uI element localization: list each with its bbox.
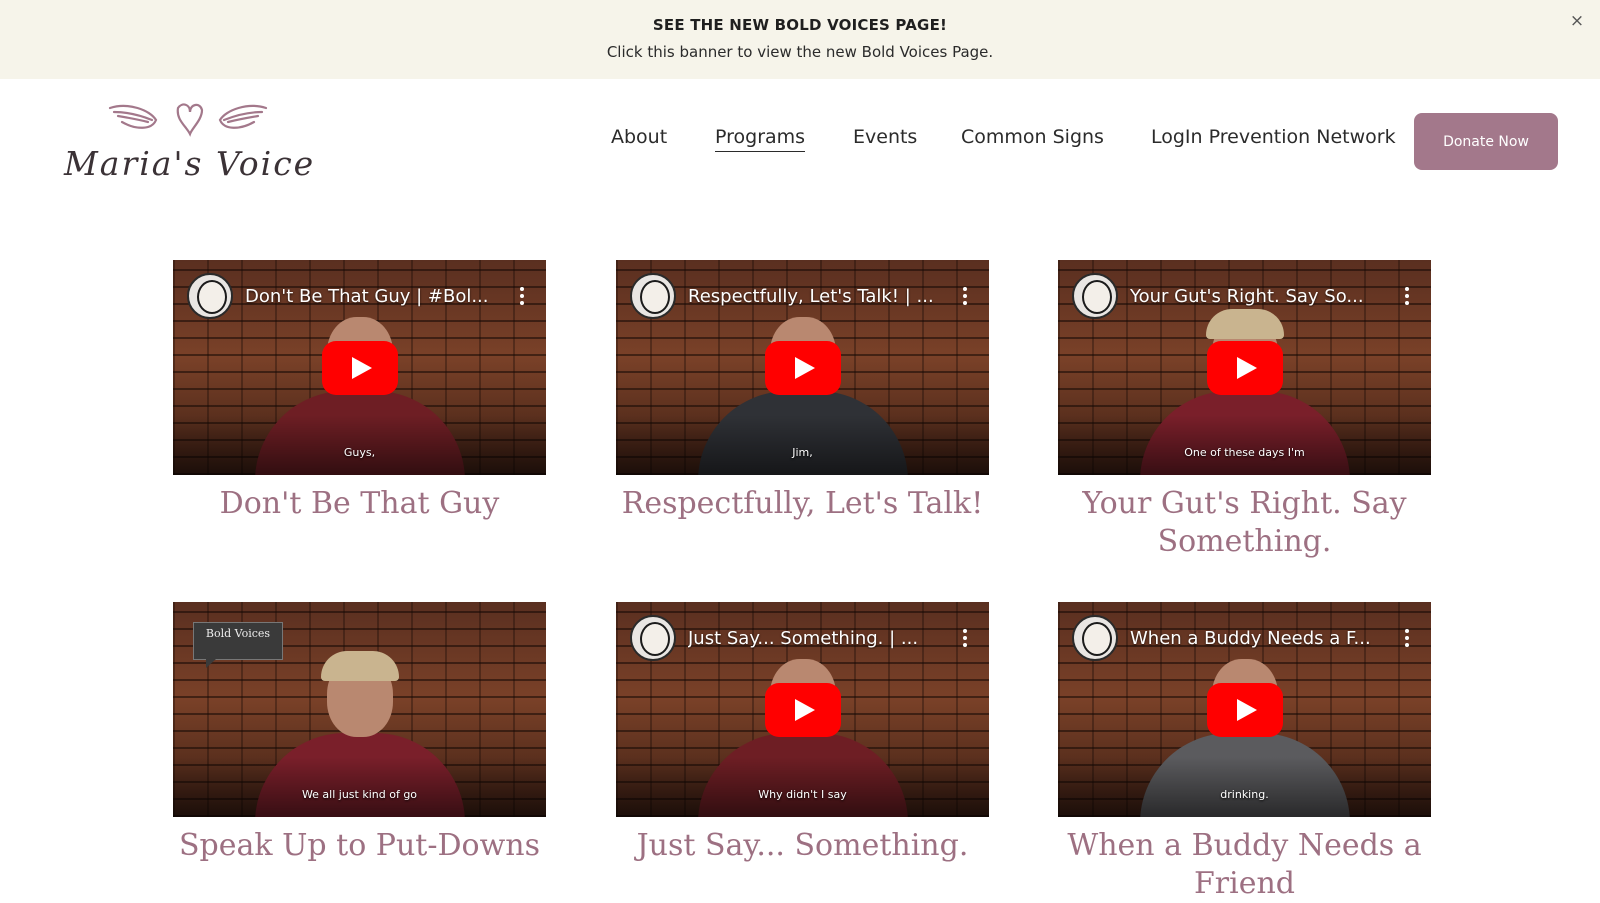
- more-options-icon[interactable]: [1397, 284, 1417, 308]
- video-title[interactable]: When a Buddy Needs a F...: [1130, 628, 1389, 649]
- video-player[interactable]: Don't Be That Guy | #Bol... Guys,: [173, 260, 546, 475]
- banner-title: SEE THE NEW BOLD VOICES PAGE!: [652, 16, 948, 34]
- video-header: Respectfully, Let's Talk! | ...: [630, 273, 975, 319]
- video-player[interactable]: Bold Voices We all just kind of go: [173, 602, 546, 817]
- video-header: When a Buddy Needs a F...: [1072, 615, 1417, 661]
- card-title[interactable]: When a Buddy Needs a Friend: [1058, 827, 1431, 903]
- card-title[interactable]: Speak Up to Put-Downs: [173, 827, 546, 865]
- announcement-banner[interactable]: SEE THE NEW BOLD VOICES PAGE! Click this…: [0, 0, 1600, 79]
- play-icon[interactable]: [764, 340, 841, 395]
- video-title[interactable]: Respectfully, Let's Talk! | ...: [688, 286, 947, 307]
- channel-avatar[interactable]: [1072, 273, 1118, 319]
- video-caption: Guys,: [343, 446, 376, 459]
- card-title[interactable]: Respectfully, Let's Talk!: [616, 485, 989, 523]
- play-icon[interactable]: [764, 682, 841, 737]
- nav-programs[interactable]: Programs: [715, 126, 806, 152]
- video-caption: Jim,: [792, 446, 813, 459]
- channel-avatar[interactable]: [630, 615, 676, 661]
- video-card: Respectfully, Let's Talk! | ... Jim, Res…: [616, 260, 989, 523]
- card-title[interactable]: Just Say... Something.: [616, 827, 989, 865]
- donate-button[interactable]: Donate Now: [1414, 113, 1558, 170]
- channel-avatar[interactable]: [187, 273, 233, 319]
- more-options-icon[interactable]: [955, 284, 975, 308]
- video-player[interactable]: Just Say... Something. | ... Why didn't …: [616, 602, 989, 817]
- video-caption: drinking.: [1220, 788, 1269, 801]
- video-card: Your Gut's Right. Say So... One of these…: [1058, 260, 1431, 561]
- video-card: Don't Be That Guy | #Bol... Guys, Don't …: [173, 260, 546, 523]
- card-title[interactable]: Your Gut's Right. Say Something.: [1058, 485, 1431, 561]
- video-player[interactable]: When a Buddy Needs a F... drinking.: [1058, 602, 1431, 817]
- close-icon[interactable]: ×: [1566, 10, 1588, 32]
- nav-common-signs[interactable]: Common Signs: [961, 126, 1104, 151]
- banner-text: Click this banner to view the new Bold V…: [606, 43, 994, 61]
- bold-voices-badge: Bold Voices: [193, 622, 283, 668]
- card-title[interactable]: Don't Be That Guy: [173, 485, 546, 523]
- video-player[interactable]: Respectfully, Let's Talk! | ... Jim,: [616, 260, 989, 475]
- video-card: When a Buddy Needs a F... drinking. When…: [1058, 602, 1431, 903]
- more-options-icon[interactable]: [955, 626, 975, 650]
- nav-events[interactable]: Events: [853, 126, 917, 151]
- channel-avatar[interactable]: [1072, 615, 1118, 661]
- nav-about[interactable]: About: [611, 126, 667, 151]
- more-options-icon[interactable]: [1397, 626, 1417, 650]
- video-caption: One of these days I'm: [1184, 446, 1305, 459]
- nav-login-prevention-network[interactable]: LogIn Prevention Network: [1151, 126, 1396, 151]
- video-caption: We all just kind of go: [301, 788, 418, 801]
- play-icon[interactable]: [321, 340, 398, 395]
- play-icon[interactable]: [1206, 340, 1283, 395]
- video-player[interactable]: Your Gut's Right. Say So... One of these…: [1058, 260, 1431, 475]
- video-header: Don't Be That Guy | #Bol...: [187, 273, 532, 319]
- video-title[interactable]: Just Say... Something. | ...: [688, 628, 947, 649]
- more-options-icon[interactable]: [512, 284, 532, 308]
- video-title[interactable]: Your Gut's Right. Say So...: [1130, 286, 1389, 307]
- video-header: Just Say... Something. | ...: [630, 615, 975, 661]
- video-card: Just Say... Something. | ... Why didn't …: [616, 602, 989, 865]
- channel-avatar[interactable]: [630, 273, 676, 319]
- video-header: Your Gut's Right. Say So...: [1072, 273, 1417, 319]
- video-card: Bold Voices We all just kind of go Speak…: [173, 602, 546, 865]
- play-icon[interactable]: [1206, 682, 1283, 737]
- video-title[interactable]: Don't Be That Guy | #Bol...: [245, 286, 504, 307]
- video-caption: Why didn't I say: [758, 788, 847, 801]
- main-nav: About Programs Events Common Signs LogIn…: [0, 126, 1600, 156]
